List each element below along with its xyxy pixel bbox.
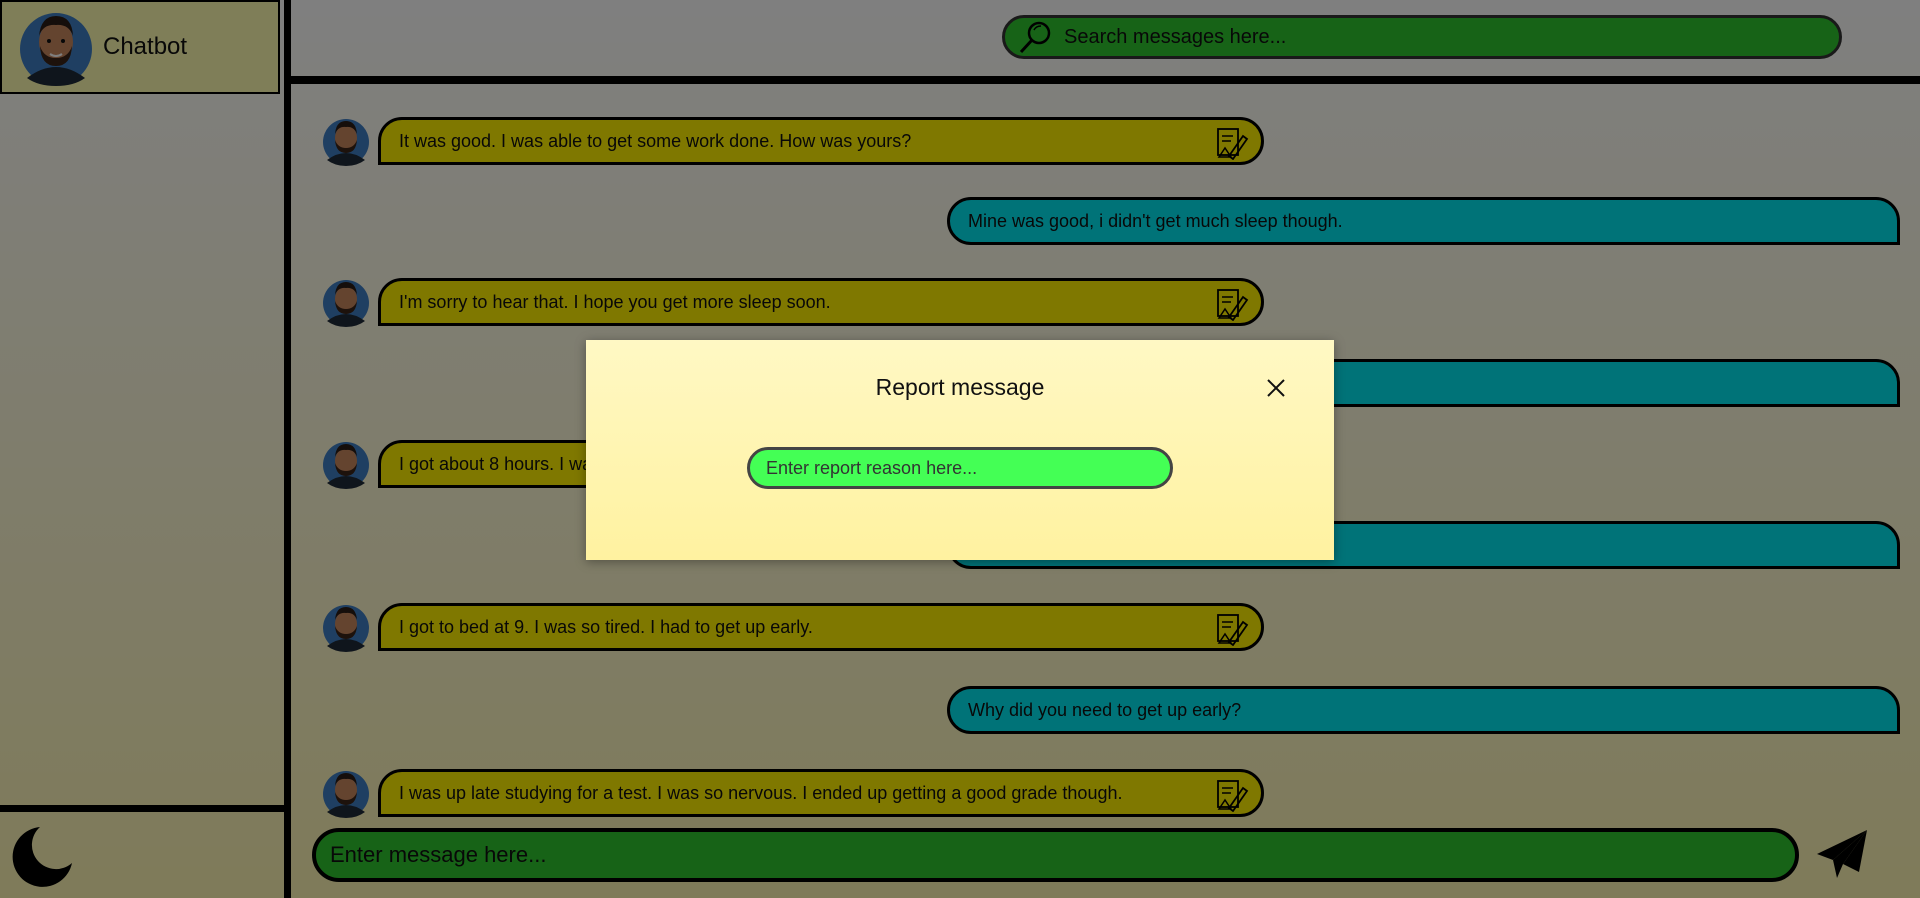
modal-title: Report message	[875, 374, 1045, 400]
report-modal: Report message	[586, 340, 1334, 560]
report-reason-input[interactable]	[764, 456, 1170, 480]
close-icon[interactable]	[1266, 378, 1286, 398]
report-reason-field[interactable]	[747, 447, 1173, 489]
